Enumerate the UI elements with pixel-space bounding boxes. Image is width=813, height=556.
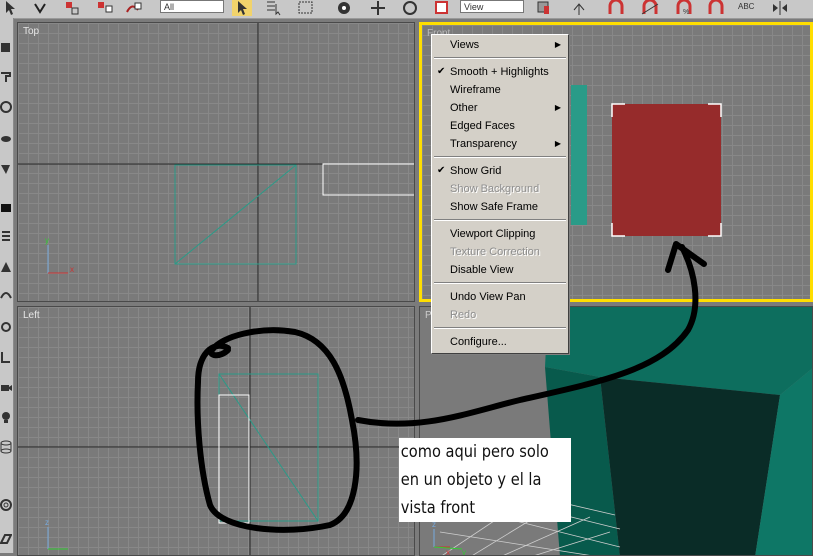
menu-item-texture-correction-label: Texture Correction bbox=[450, 246, 540, 258]
menu-item-texture-correction: Texture Correction bbox=[432, 243, 568, 261]
checkmark-icon: ✔ bbox=[437, 66, 446, 77]
menu-separator bbox=[434, 156, 566, 158]
menu-item-show-safe-frame[interactable]: Show Safe Frame bbox=[432, 198, 568, 216]
menu-item-smooth-highlights-label: Smooth + Highlights bbox=[450, 66, 549, 78]
menu-item-undo-view-pan-label: Undo View Pan bbox=[450, 291, 526, 303]
menu-item-show-background-label: Show Background bbox=[450, 183, 540, 195]
menu-item-wireframe[interactable]: Wireframe bbox=[432, 81, 568, 99]
menu-item-viewport-clipping[interactable]: Viewport Clipping bbox=[432, 225, 568, 243]
menu-item-edged-faces[interactable]: Edged Faces bbox=[432, 117, 568, 135]
menu-item-wireframe-label: Wireframe bbox=[450, 84, 501, 96]
menu-item-other-label: Other bbox=[450, 102, 478, 114]
menu-item-transparency[interactable]: Transparency ▶ bbox=[432, 135, 568, 153]
menu-item-views[interactable]: Views ▶ bbox=[432, 36, 568, 54]
annotation-line-2: en un objeto y el la bbox=[400, 470, 542, 490]
menu-item-smooth-highlights[interactable]: ✔ Smooth + Highlights bbox=[432, 63, 568, 81]
menu-separator bbox=[434, 282, 566, 284]
menu-item-show-grid-label: Show Grid bbox=[450, 165, 502, 177]
menu-item-redo: Redo bbox=[432, 306, 568, 324]
menu-item-configure-label: Configure... bbox=[450, 336, 507, 348]
menu-item-transparency-label: Transparency bbox=[450, 138, 517, 150]
annotation-line-3: vista front bbox=[400, 498, 476, 518]
menu-separator bbox=[434, 57, 566, 59]
menu-item-show-background: Show Background bbox=[432, 180, 568, 198]
viewport-context-menu: Views ▶ ✔ Smooth + Highlights Wireframe Ot… bbox=[431, 34, 569, 354]
menu-item-redo-label: Redo bbox=[450, 309, 477, 321]
menu-item-other[interactable]: Other ▶ bbox=[432, 99, 568, 117]
menu-item-show-safe-frame-label: Show Safe Frame bbox=[450, 201, 539, 213]
annotation-note: como aqui pero solo en un objeto y el la… bbox=[399, 438, 571, 522]
checkmark-icon: ✔ bbox=[437, 165, 446, 176]
submenu-arrow-icon: ▶ bbox=[554, 40, 561, 49]
menu-item-viewport-clipping-label: Viewport Clipping bbox=[450, 228, 536, 240]
menu-item-views-label: Views bbox=[450, 39, 480, 51]
submenu-arrow-icon: ▶ bbox=[554, 103, 561, 112]
circle-stroke bbox=[194, 327, 360, 533]
menu-item-edged-faces-label: Edged Faces bbox=[450, 120, 515, 132]
menu-item-configure[interactable]: Configure... bbox=[432, 333, 568, 351]
annotation-line-1: como aqui pero solo bbox=[400, 442, 549, 462]
menu-item-undo-view-pan[interactable]: Undo View Pan bbox=[432, 288, 568, 306]
menu-separator bbox=[434, 327, 566, 329]
menu-separator bbox=[434, 219, 566, 221]
submenu-arrow-icon: ▶ bbox=[554, 139, 561, 148]
menu-item-show-grid[interactable]: ✔ Show Grid bbox=[432, 162, 568, 180]
menu-item-disable-view[interactable]: Disable View bbox=[432, 261, 568, 279]
menu-item-disable-view-label: Disable View bbox=[450, 264, 514, 276]
